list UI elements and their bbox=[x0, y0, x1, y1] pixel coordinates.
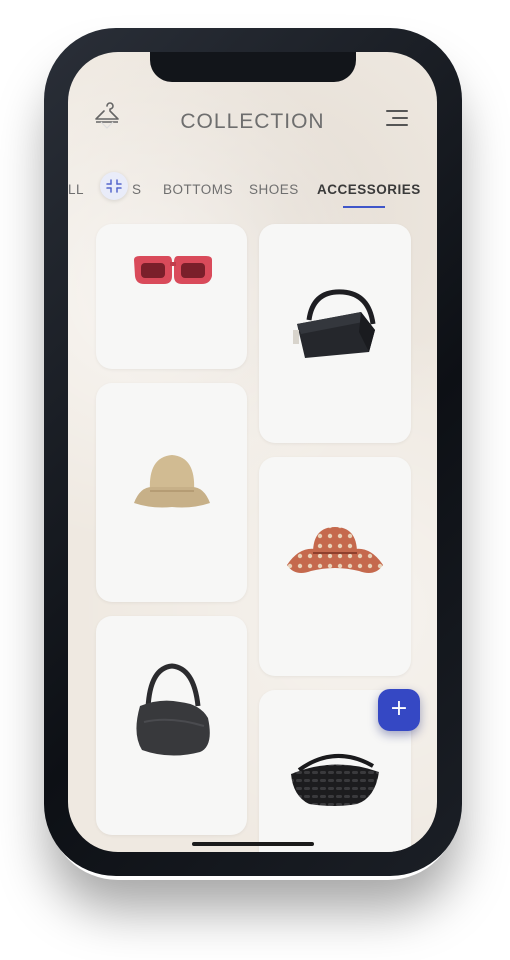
woven-bag-icon bbox=[291, 754, 379, 806]
tab-all[interactable]: LL bbox=[68, 182, 84, 197]
menu-icon[interactable] bbox=[386, 108, 412, 128]
add-item-button[interactable]: + bbox=[378, 689, 420, 731]
active-tab-indicator bbox=[343, 206, 385, 208]
item-card[interactable] bbox=[96, 383, 247, 602]
tab-shoes[interactable]: SHOES bbox=[249, 182, 299, 197]
handbag-icon bbox=[293, 289, 376, 358]
page-title: COLLECTION bbox=[180, 110, 325, 133]
filter-icon bbox=[106, 179, 122, 193]
hobo-bag-icon bbox=[136, 663, 210, 756]
tab-bottoms[interactable]: BOTTOMS bbox=[163, 182, 233, 197]
item-card[interactable] bbox=[96, 224, 247, 369]
tab-accessories[interactable]: ACCESSORIES bbox=[317, 182, 421, 197]
app-header: COLLECTION bbox=[68, 52, 437, 162]
item-card[interactable] bbox=[96, 616, 247, 835]
item-card[interactable] bbox=[259, 457, 411, 676]
item-card[interactable] bbox=[259, 224, 411, 443]
bucket-hat-icon bbox=[134, 455, 210, 508]
filter-button[interactable] bbox=[100, 172, 128, 200]
sun-hat-icon bbox=[287, 527, 383, 573]
app-screen: COLLECTION LL S BOTTOMS SHOES ACCESSORIE… bbox=[68, 52, 437, 852]
sunglasses-icon bbox=[134, 256, 212, 284]
home-indicator bbox=[192, 842, 314, 846]
tab-tops[interactable]: S bbox=[132, 182, 142, 197]
